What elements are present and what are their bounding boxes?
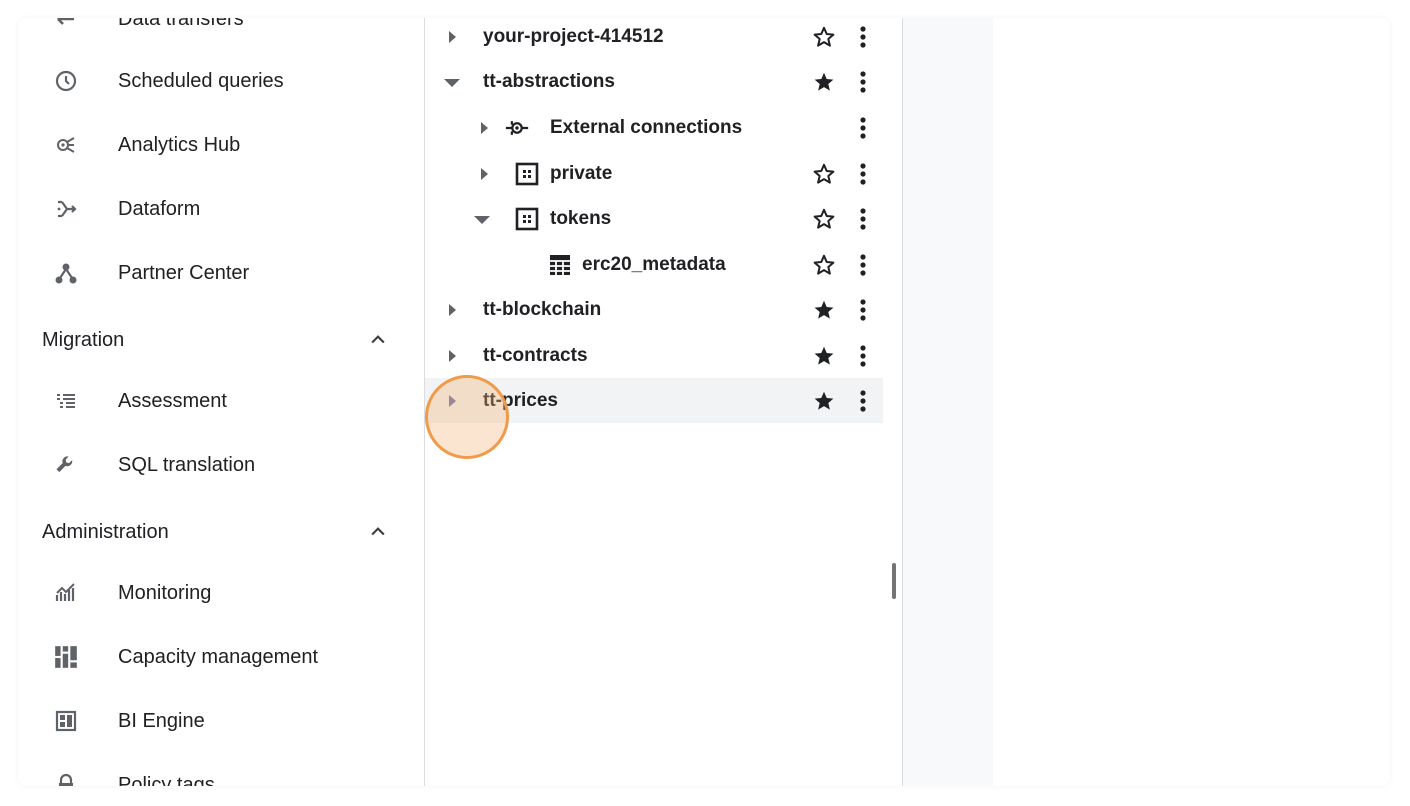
more-vert-icon[interactable] — [853, 23, 873, 51]
more-vert-icon[interactable] — [853, 387, 873, 415]
nav-item-label: Scheduled queries — [118, 69, 284, 92]
expand-arrow-icon[interactable] — [440, 344, 464, 368]
tree-row-label: tt-prices — [483, 389, 558, 411]
nav-item-partner-center[interactable]: Partner Center — [18, 248, 424, 298]
tree-row-label: tt-abstractions — [483, 70, 615, 92]
tree-row-project[interactable]: tt-abstractions — [425, 59, 883, 104]
capacity-icon — [52, 643, 80, 671]
nav-item-label: Assessment — [118, 389, 227, 412]
star-filled-icon[interactable] — [810, 296, 838, 324]
more-vert-icon[interactable] — [853, 68, 873, 96]
tree-row-label: External connections — [550, 116, 743, 138]
tree-row-label: tt-contracts — [483, 344, 588, 366]
tree-row-dataset[interactable]: private — [425, 151, 883, 196]
collapse-arrow-icon[interactable] — [440, 70, 464, 94]
nav-item-label: Monitoring — [118, 581, 212, 604]
star-outline-icon[interactable] — [810, 160, 838, 188]
nav-item-assessment[interactable]: Assessment — [18, 376, 424, 426]
more-vert-icon[interactable] — [853, 160, 873, 188]
tree-row-label: tokens — [550, 207, 612, 229]
nav-item-label: Dataform — [118, 197, 201, 220]
tree-row-label: tt-blockchain — [483, 298, 602, 320]
dataset-icon — [515, 207, 539, 231]
nav-item-sql-translation[interactable]: SQL translation — [18, 440, 424, 490]
clock-icon — [52, 67, 80, 95]
expand-arrow-icon[interactable] — [440, 25, 464, 49]
table-icon — [548, 253, 572, 277]
nav-item-capacity-management[interactable]: Capacity management — [18, 632, 424, 682]
nav-item-monitoring[interactable]: Monitoring — [18, 568, 424, 618]
assessment-icon — [52, 387, 80, 415]
section-title: Administration — [42, 520, 169, 543]
app-frame: Data transfers Scheduled queries Analyti… — [18, 18, 1390, 786]
collapse-arrow-icon[interactable] — [470, 207, 494, 231]
star-filled-icon[interactable] — [810, 387, 838, 415]
explorer-tree: your-project-414512 tt-abstractions Exte… — [425, 18, 883, 786]
nav-item-dataform[interactable]: Dataform — [18, 184, 424, 234]
expand-arrow-icon[interactable] — [440, 298, 464, 322]
star-filled-icon[interactable] — [810, 342, 838, 370]
partner-center-icon — [52, 259, 80, 287]
section-migration[interactable]: Migration — [18, 318, 424, 362]
star-filled-icon[interactable] — [810, 68, 838, 96]
nav-item-label: Analytics Hub — [118, 133, 241, 156]
nav-item-label: Capacity management — [118, 645, 319, 668]
nav-item-bi-engine[interactable]: BI Engine — [18, 696, 424, 746]
more-vert-icon[interactable] — [853, 296, 873, 324]
section-title: Migration — [42, 328, 125, 351]
data-transfers-icon — [52, 18, 80, 33]
wrench-icon — [52, 451, 80, 479]
more-vert-icon[interactable] — [853, 205, 873, 233]
nav-item-scheduled-queries[interactable]: Scheduled queries — [18, 56, 424, 106]
expand-arrow-icon[interactable] — [440, 389, 464, 413]
tree-row-label: private — [550, 162, 613, 184]
bi-engine-icon — [52, 707, 80, 735]
dataform-icon — [52, 195, 80, 223]
tree-row-dataset[interactable]: tokens — [425, 196, 883, 241]
chevron-up-icon[interactable] — [366, 520, 390, 544]
tree-row-table[interactable]: erc20_metadata — [425, 242, 883, 287]
external-connection-icon — [505, 116, 529, 140]
tree-row-project[interactable]: tt-contracts — [425, 333, 883, 378]
tree-row-project-selected[interactable]: tt-prices — [425, 378, 883, 423]
tree-row-label: your-project-414512 — [483, 25, 664, 47]
nav-item-policy-tags[interactable]: Policy tags — [18, 760, 424, 786]
star-outline-icon[interactable] — [810, 205, 838, 233]
right-pane — [903, 18, 993, 786]
tree-row-label: erc20_metadata — [582, 253, 726, 275]
nav-item-label: Partner Center — [118, 261, 250, 284]
nav-item-label: SQL translation — [118, 453, 256, 476]
left-nav: Data transfers Scheduled queries Analyti… — [18, 18, 425, 786]
star-outline-icon[interactable] — [810, 251, 838, 279]
lock-icon — [52, 771, 80, 786]
more-vert-icon[interactable] — [853, 251, 873, 279]
nav-item-label: Data transfers — [118, 18, 244, 30]
tree-row-project[interactable]: tt-blockchain — [425, 287, 883, 332]
nav-item-data-transfers[interactable]: Data transfers — [18, 18, 424, 44]
dataset-icon — [515, 162, 539, 186]
expand-arrow-icon[interactable] — [472, 162, 496, 186]
analytics-hub-icon — [52, 131, 80, 159]
tree-row-project[interactable]: your-project-414512 — [425, 18, 883, 59]
monitoring-icon — [52, 579, 80, 607]
nav-item-analytics-hub[interactable]: Analytics Hub — [18, 120, 424, 170]
expand-arrow-icon[interactable] — [472, 116, 496, 140]
nav-item-label: BI Engine — [118, 709, 205, 732]
more-vert-icon[interactable] — [853, 114, 873, 142]
more-vert-icon[interactable] — [853, 342, 873, 370]
section-administration[interactable]: Administration — [18, 510, 424, 554]
resize-handle[interactable] — [892, 563, 896, 599]
tree-row-connections[interactable]: External connections — [425, 105, 883, 150]
chevron-up-icon[interactable] — [366, 328, 390, 352]
nav-item-label: Policy tags — [118, 773, 215, 787]
star-outline-icon[interactable] — [810, 23, 838, 51]
